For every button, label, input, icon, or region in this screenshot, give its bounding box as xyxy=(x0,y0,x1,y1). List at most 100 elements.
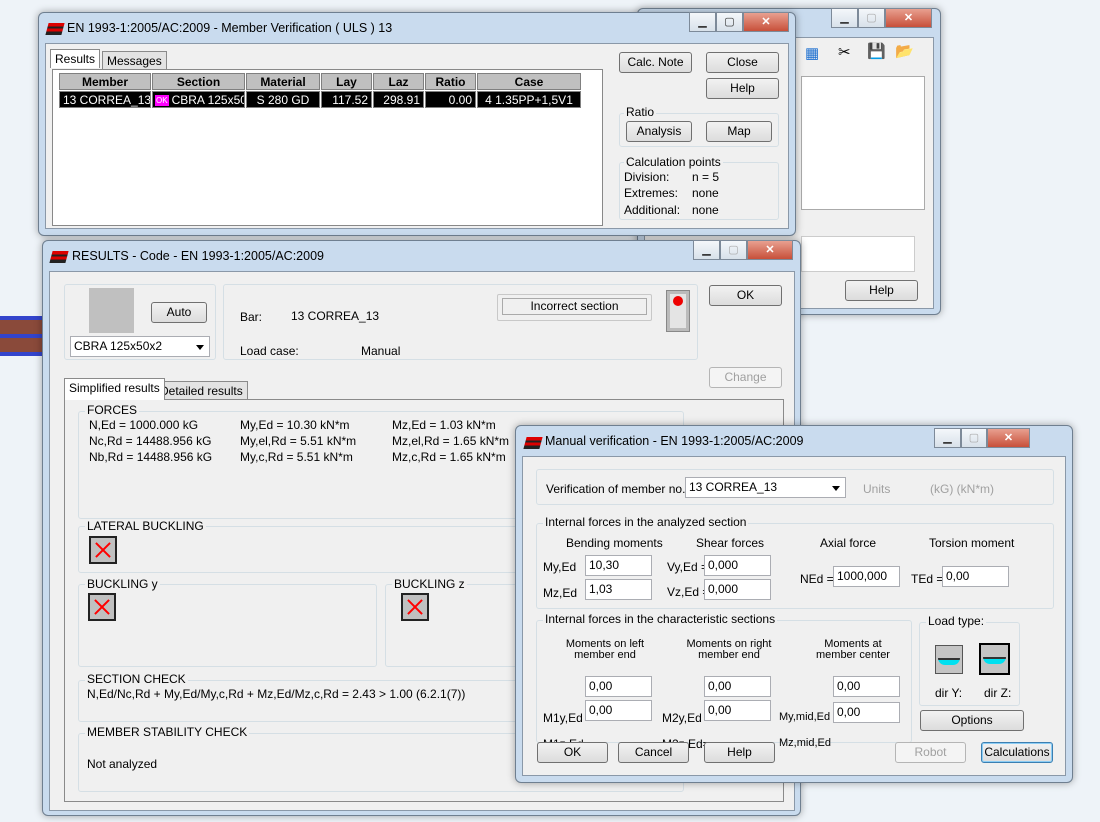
m1y-input[interactable]: 0,00 xyxy=(585,676,652,697)
cell-laz[interactable]: 298.91 xyxy=(373,91,424,108)
minimize-button[interactable]: ▁ xyxy=(831,8,858,28)
member-select[interactable]: 13 CORREA_13 xyxy=(685,477,846,498)
cell-case[interactable]: 4 1.35PP+1,5V1 xyxy=(477,91,581,108)
load-case-label: Load case: xyxy=(240,344,299,358)
app-logo-icon xyxy=(523,437,543,449)
my-mid-input[interactable]: 0,00 xyxy=(833,676,900,697)
auto-button[interactable]: Auto xyxy=(151,302,207,323)
mz-mid-input[interactable]: 0,00 xyxy=(833,702,900,723)
map-button[interactable]: Map xyxy=(706,121,772,142)
calc-note-button[interactable]: Calc. Note xyxy=(619,52,692,73)
division-value: n = 5 xyxy=(692,170,720,184)
cell-member[interactable]: 13 CORREA_13 xyxy=(59,91,151,108)
help-button[interactable]: Help xyxy=(706,78,779,99)
status-text: Incorrect section xyxy=(502,298,647,315)
section-check-formula: N,Ed/Nc,Rd + My,Ed/My,c,Rd + Mz,Ed/Mz,c,… xyxy=(87,687,466,701)
ok-button[interactable]: OK xyxy=(709,285,782,306)
my-el-rd: My,el,Rd = 5.51 kN*m xyxy=(240,434,357,448)
message-area[interactable] xyxy=(801,236,915,272)
mz-ed-input[interactable]: 1,03 xyxy=(585,579,652,600)
vy-ed-label: Vy,Ed = xyxy=(667,560,709,574)
maximize-button[interactable]: ▢ xyxy=(720,240,747,260)
vy-ed-input[interactable]: 0,000 xyxy=(704,555,771,576)
close-window-button[interactable]: ✕ xyxy=(987,428,1030,448)
robot-button[interactable]: Robot xyxy=(895,742,966,763)
mz-ed: Mz,Ed = 1.03 kN*m xyxy=(392,418,496,432)
cell-material[interactable]: S 280 GD xyxy=(246,91,320,108)
vz-ed-input[interactable]: 0,000 xyxy=(704,579,771,600)
left-end-header: Moments on left member end xyxy=(565,638,645,661)
m1z-input[interactable]: 0,00 xyxy=(585,700,652,721)
ratio-label: Ratio xyxy=(624,105,657,119)
cell-lay[interactable]: 117.52 xyxy=(321,91,372,108)
minimize-button[interactable]: ▁ xyxy=(689,12,716,32)
units-label: Units xyxy=(863,482,891,496)
col-case[interactable]: Case xyxy=(477,73,581,90)
stability-check-label: MEMBER STABILITY CHECK xyxy=(85,725,250,739)
m2y-input[interactable]: 0,00 xyxy=(704,676,771,697)
tab-results[interactable]: Results xyxy=(50,49,101,68)
maximize-button[interactable]: ▢ xyxy=(961,428,987,448)
m2y-label: M2y,Ed xyxy=(662,711,702,725)
units-value: (kG) (kN*m) xyxy=(930,482,994,496)
analysis-button[interactable]: Analysis xyxy=(626,121,692,142)
open-folder-icon[interactable]: 📂 xyxy=(895,42,914,60)
my-ed-label: My,Ed xyxy=(543,560,577,574)
save-icon[interactable]: 💾 xyxy=(867,42,886,60)
close-window-button[interactable]: ✕ xyxy=(743,12,789,32)
buckling-y-label: BUCKLING y xyxy=(85,577,160,591)
torsion-moment-header: Torsion moment xyxy=(929,536,1015,550)
results-table: Member Section Material Lay Laz Ratio Ca… xyxy=(52,69,603,226)
additional-label: Additional: xyxy=(624,203,681,217)
ted-input[interactable]: 0,00 xyxy=(942,566,1009,587)
extremes-value: none xyxy=(692,186,719,200)
close-window-button[interactable]: ✕ xyxy=(747,240,793,260)
calculations-button[interactable]: Calculations xyxy=(981,742,1053,763)
member-verification-window: EN 1993-1:2005/AC:2009 - Member Verifica… xyxy=(38,12,796,236)
window-title: Manual verification - EN 1993-1:2005/AC:… xyxy=(545,434,804,448)
nb-rd: Nb,Rd = 14488.956 kG xyxy=(89,450,213,464)
change-button[interactable]: Change xyxy=(709,367,782,388)
my-ed-input[interactable]: 10,30 xyxy=(585,555,652,576)
cell-ratio[interactable]: 0.00 xyxy=(425,91,476,108)
col-lay[interactable]: Lay xyxy=(321,73,372,90)
mz-mid-label: Mz,mid,Ed xyxy=(779,737,831,749)
characteristic-sections-label: Internal forces in the characteristic se… xyxy=(543,612,778,626)
section-select[interactable]: CBRA 125x50x2 xyxy=(70,336,210,357)
load-dir-z-button[interactable] xyxy=(979,643,1010,675)
col-member[interactable]: Member xyxy=(59,73,151,90)
maximize-button[interactable]: ▢ xyxy=(716,12,743,32)
ned-input[interactable]: 1000,000 xyxy=(833,566,900,587)
window-title: RESULTS - Code - EN 1993-1:2005/AC:2009 xyxy=(72,249,324,263)
ok-button[interactable]: OK xyxy=(537,742,608,763)
maximize-button[interactable]: ▢ xyxy=(858,8,885,28)
calendar-icon[interactable]: ▦ xyxy=(805,44,819,62)
close-window-button[interactable]: ✕ xyxy=(885,8,932,28)
minimize-button[interactable]: ▁ xyxy=(934,428,961,448)
m2z-input[interactable]: 0,00 xyxy=(704,700,771,721)
options-button[interactable]: Options xyxy=(920,710,1024,731)
scissors-icon[interactable]: ✂ xyxy=(838,43,851,61)
cancel-button[interactable]: Cancel xyxy=(618,742,689,763)
output-area[interactable] xyxy=(801,76,925,210)
col-ratio[interactable]: Ratio xyxy=(425,73,476,90)
minimize-button[interactable]: ▁ xyxy=(693,240,720,260)
col-section[interactable]: Section xyxy=(152,73,245,90)
nc-rd: Nc,Rd = 14488.956 kG xyxy=(89,434,212,448)
col-material[interactable]: Material xyxy=(246,73,320,90)
col-laz[interactable]: Laz xyxy=(373,73,424,90)
division-label: Division: xyxy=(624,170,670,184)
dir-y-label: dir Y: xyxy=(935,686,963,700)
close-button[interactable]: Close xyxy=(706,52,779,73)
mz-c-rd: Mz,c,Rd = 1.65 kN*m xyxy=(392,450,506,464)
help-button[interactable]: Help xyxy=(704,742,775,763)
tab-messages[interactable]: Messages xyxy=(102,51,167,70)
tab-simplified-results[interactable]: Simplified results xyxy=(64,378,165,400)
tab-detailed-results[interactable]: Detailed results xyxy=(155,381,248,400)
cell-section[interactable]: OK CBRA 125x50 xyxy=(152,91,245,108)
help-button[interactable]: Help xyxy=(845,280,918,301)
manual-verification-window: Manual verification - EN 1993-1:2005/AC:… xyxy=(515,425,1073,783)
load-dir-y-button[interactable] xyxy=(935,645,963,674)
dir-z-label: dir Z: xyxy=(984,686,1012,700)
mz-el-rd: Mz,el,Rd = 1.65 kN*m xyxy=(392,434,510,448)
